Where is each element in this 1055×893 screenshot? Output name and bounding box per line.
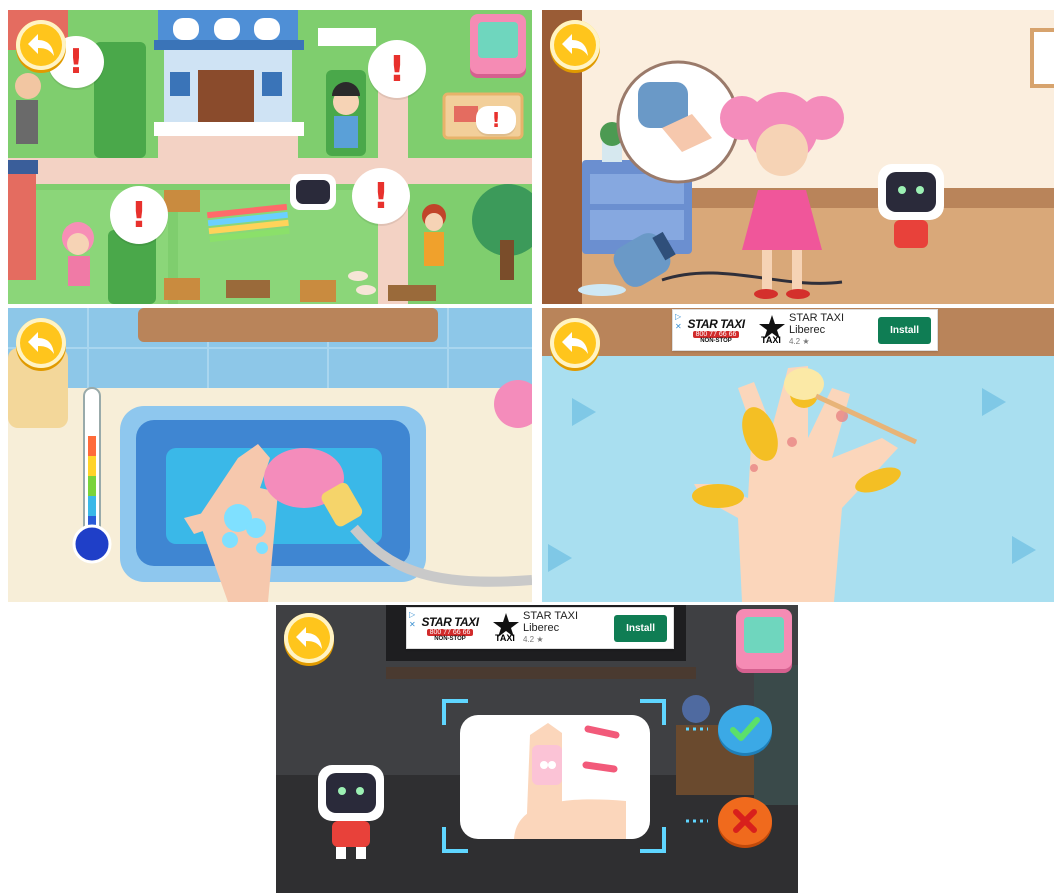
alert-bubble[interactable]: !: [352, 168, 410, 224]
back-arrow-icon: [296, 627, 322, 649]
ad-rating: 4.2 ★: [523, 635, 544, 644]
install-button[interactable]: Install: [614, 614, 667, 642]
alert-bubble[interactable]: !: [110, 186, 168, 244]
bandage-panel: ▷ ✕ STAR TAXI 800 77 66 66 NON-STOP TAXI …: [276, 605, 798, 893]
sink-panel: [8, 308, 532, 602]
confirm-button[interactable]: [718, 705, 772, 753]
ad-taxi-word: TAXI: [761, 335, 781, 345]
ad-logo-sub: NON-STOP: [700, 337, 732, 344]
ad-logo-phone: 800 77 66 66: [692, 330, 740, 338]
ad-logo: STAR TAXI 800 77 66 66 NON-STOP: [411, 610, 489, 646]
ointment-scene: [542, 308, 1054, 602]
ad-info: STAR TAXI Liberec 4.2 ★: [523, 610, 614, 646]
ad-logo: STAR TAXI 800 77 66 66 NON-STOP: [677, 312, 755, 348]
back-arrow-icon: [28, 34, 54, 56]
install-button[interactable]: Install: [878, 316, 931, 344]
back-button[interactable]: [550, 20, 600, 70]
back-arrow-icon: [562, 332, 588, 354]
ad-title: STAR TAXI: [523, 610, 579, 622]
alert-bubble[interactable]: !: [476, 106, 516, 134]
book-icon: [744, 617, 784, 653]
ad-logo-title: STAR TAXI: [687, 316, 745, 331]
ad-logo-title: STAR TAXI: [421, 614, 479, 629]
back-button[interactable]: [550, 318, 600, 368]
ad-banner[interactable]: ▷ ✕ STAR TAXI 800 77 66 66 NON-STOP TAXI …: [672, 309, 938, 351]
kitchen-scene: [542, 10, 1054, 304]
kitchen-panel: [542, 10, 1054, 304]
back-arrow-icon: [562, 34, 588, 56]
alert-bubble[interactable]: !: [368, 40, 426, 98]
back-button[interactable]: [284, 613, 334, 663]
back-arrow-icon: [28, 332, 54, 354]
ad-choices-icon[interactable]: ▷ ✕: [675, 312, 682, 332]
ad-info: STAR TAXI Liberec 4.2 ★: [789, 312, 878, 348]
ad-city: Liberec: [523, 622, 560, 634]
town-map-panel: ! ! ! ! !: [8, 10, 532, 304]
check-icon: [730, 717, 760, 741]
ad-city: Liberec: [789, 324, 826, 336]
taxi-star-icon: TAXI: [493, 613, 519, 643]
reject-button[interactable]: [718, 797, 772, 845]
book-button[interactable]: [470, 14, 526, 74]
ad-logo-sub: NON-STOP: [434, 635, 466, 642]
back-button[interactable]: [16, 318, 66, 368]
ad-taxi-word: TAXI: [495, 633, 515, 643]
thermometer: [72, 386, 112, 564]
book-icon: [478, 22, 518, 58]
ointment-panel: ▷ ✕ STAR TAXI 800 77 66 66 NON-STOP TAXI …: [542, 308, 1054, 602]
ad-rating: 4.2 ★: [789, 337, 810, 346]
thermometer-icon: [72, 387, 112, 564]
ad-title: STAR TAXI: [789, 312, 845, 324]
back-button[interactable]: [16, 20, 66, 70]
cross-icon: [733, 809, 757, 833]
ad-choices-icon[interactable]: ▷ ✕: [409, 610, 416, 630]
ad-logo-phone: 800 77 66 66: [426, 628, 474, 636]
book-button[interactable]: [736, 609, 792, 669]
ad-banner[interactable]: ▷ ✕ STAR TAXI 800 77 66 66 NON-STOP TAXI …: [406, 607, 674, 649]
taxi-star-icon: TAXI: [759, 315, 785, 345]
